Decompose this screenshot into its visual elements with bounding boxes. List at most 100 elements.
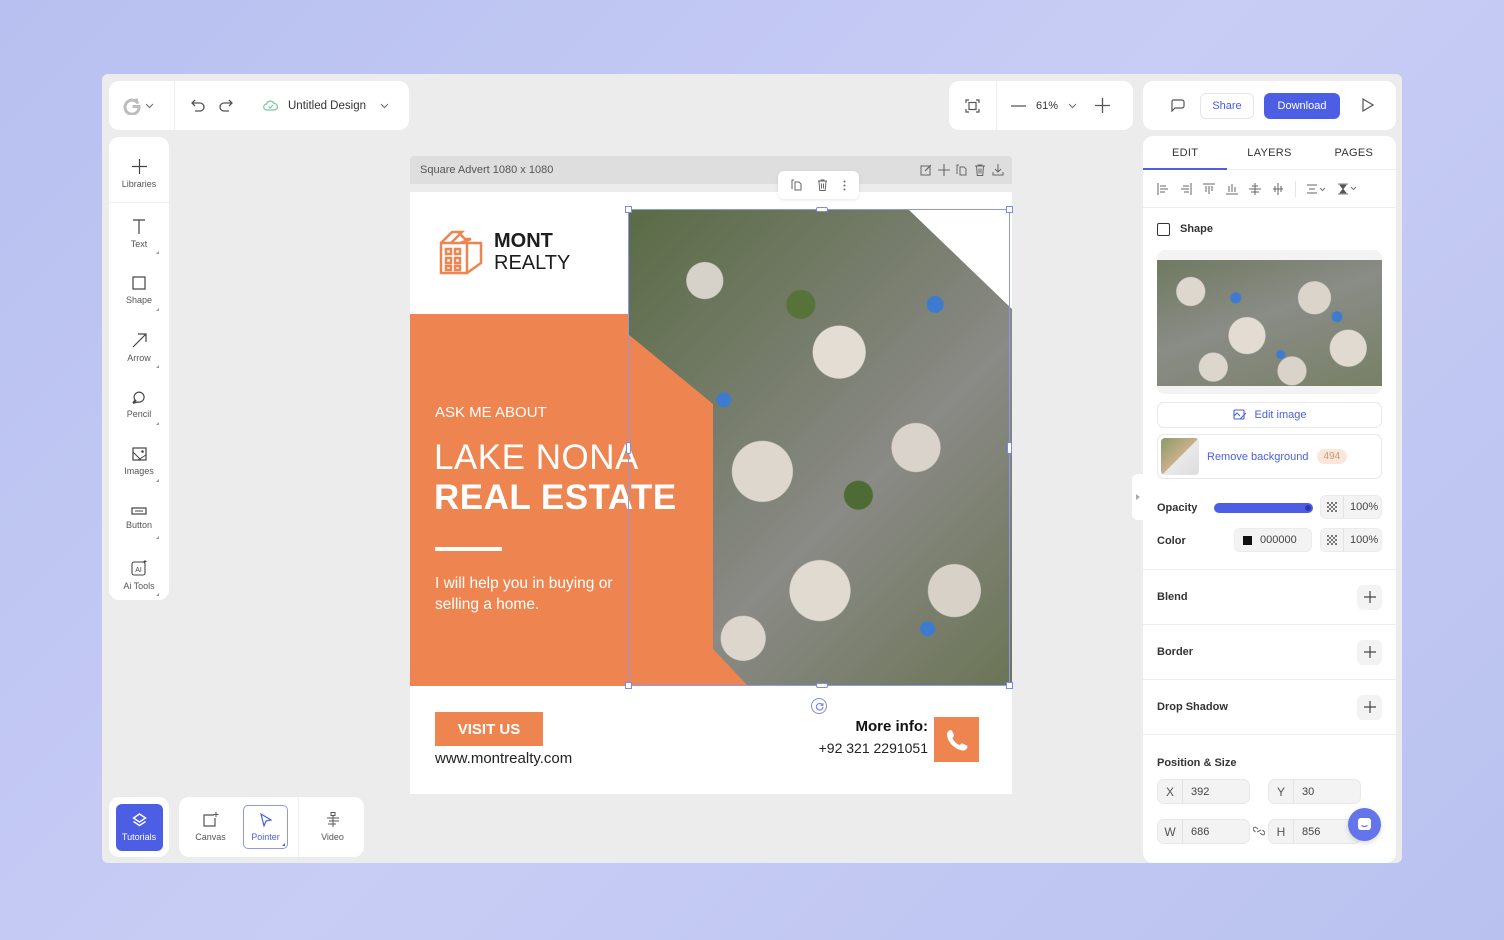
y-input[interactable]: Y 30 [1268, 779, 1361, 804]
add-blend-button[interactable] [1357, 584, 1382, 610]
color-alpha-input[interactable]: 100% [1320, 528, 1382, 552]
tool-text[interactable]: Text [109, 205, 169, 262]
zoom-dropdown-chevron-icon[interactable] [1068, 103, 1077, 109]
tool-pencil[interactable]: Pencil [109, 376, 169, 433]
tool-libraries[interactable]: Libraries [109, 145, 169, 202]
document-title-dropdown[interactable]: Untitled Design [263, 100, 389, 112]
zoom-out-button[interactable] [1011, 104, 1026, 107]
top-toolbar-right: Share Download [1143, 81, 1396, 130]
image-thumbnail [1157, 260, 1382, 386]
properties-panel: EDIT LAYERS PAGES Shape Edit image Remov… [1143, 136, 1396, 863]
design-canvas[interactable]: MONT REALTY ASK ME ABOUT LAKE NONA REAL … [410, 192, 1012, 794]
square-icon [132, 276, 146, 290]
tool-button[interactable]: Button [109, 490, 169, 547]
tool-shape[interactable]: Shape [109, 262, 169, 319]
spacing-dropdown[interactable] [1338, 183, 1358, 195]
body-text[interactable]: I will help you in buying or selling a h… [435, 573, 635, 615]
ask-me-text[interactable]: ASK ME ABOUT [435, 404, 547, 421]
headline-line2[interactable]: REAL ESTATE [434, 478, 677, 518]
tool-label: Pencil [126, 409, 152, 419]
x-input[interactable]: X 392 [1157, 779, 1250, 804]
rotate-handle[interactable] [811, 698, 827, 714]
tool-ai-tools[interactable]: AI Ai Tools [109, 547, 169, 604]
delete-page-icon[interactable] [974, 164, 986, 176]
phone-badge[interactable] [934, 717, 979, 762]
zoom-toolbar: 61% [949, 81, 1133, 130]
brand-logo[interactable]: MONT REALTY [438, 228, 570, 276]
duplicate-page-icon[interactable] [956, 164, 968, 176]
tool-arrow[interactable]: Arrow [109, 319, 169, 376]
more-info-label[interactable]: More info: [856, 718, 929, 735]
zoom-in-button[interactable] [1095, 98, 1110, 113]
credits-badge: 494 [1316, 449, 1348, 464]
visit-us-button[interactable]: VISIT US [435, 712, 543, 746]
download-button[interactable]: Download [1264, 93, 1340, 119]
mode-video[interactable]: Video [310, 805, 355, 849]
tab-pages[interactable]: PAGES [1312, 136, 1396, 169]
color-input[interactable]: 000000 [1234, 528, 1312, 552]
brand-name-line1: MONT [494, 230, 553, 252]
color-hex-value: 000000 [1260, 534, 1297, 546]
position-size-title: Position & Size [1143, 734, 1396, 779]
blend-section: Blend [1143, 569, 1396, 624]
color-alpha-value: 100% [1350, 534, 1379, 546]
download-page-icon[interactable] [992, 164, 1004, 176]
headline-line1[interactable]: LAKE NONA [434, 438, 639, 478]
more-vertical-icon[interactable] [843, 180, 846, 191]
blend-label: Blend [1157, 591, 1188, 603]
align-left-icon[interactable] [1157, 182, 1169, 195]
distribute-dropdown[interactable] [1307, 183, 1327, 194]
edit-image-icon [1232, 409, 1247, 421]
shape-checkbox[interactable] [1157, 222, 1170, 236]
undo-icon[interactable] [191, 99, 206, 112]
align-middle-icon[interactable] [1249, 182, 1261, 195]
trash-icon[interactable] [817, 179, 828, 191]
share-button[interactable]: Share [1200, 93, 1254, 119]
align-top-icon[interactable] [1203, 183, 1215, 195]
link-aspect-icon[interactable] [1253, 826, 1265, 836]
tab-edit[interactable]: EDIT [1143, 136, 1228, 170]
tutorials-button[interactable]: Tutorials [115, 803, 163, 851]
slider-knob[interactable] [1305, 505, 1311, 511]
website-text[interactable]: www.montrealty.com [435, 750, 572, 767]
app-menu-button[interactable] [109, 81, 175, 130]
building-logo-icon [438, 228, 486, 276]
collapse-panel-handle[interactable] [1132, 474, 1143, 520]
opacity-slider[interactable] [1214, 503, 1313, 513]
add-page-icon[interactable] [938, 164, 950, 176]
mode-canvas[interactable]: Canvas [188, 805, 233, 849]
pointer-icon [259, 812, 272, 827]
brand-name-line2: REALTY [494, 252, 571, 274]
add-border-button[interactable] [1357, 639, 1382, 665]
duplicate-icon[interactable] [791, 179, 802, 191]
comment-icon[interactable] [1170, 99, 1185, 112]
add-drop-shadow-button[interactable] [1357, 694, 1382, 720]
fit-to-screen-button[interactable] [949, 81, 997, 130]
tab-layers[interactable]: LAYERS [1227, 136, 1311, 169]
top-toolbar-left: Untitled Design [109, 81, 409, 130]
opacity-input[interactable]: 100% [1320, 495, 1382, 519]
edit-image-button[interactable]: Edit image [1157, 402, 1382, 428]
mode-pointer[interactable]: Pointer [243, 805, 288, 849]
tutorials-label: Tutorials [121, 831, 157, 842]
align-right-icon[interactable] [1180, 182, 1192, 195]
align-center-icon[interactable] [1272, 182, 1284, 195]
cloud-saved-icon [263, 100, 278, 111]
tool-images[interactable]: Images [109, 433, 169, 490]
y-value: 30 [1302, 785, 1315, 798]
redo-icon[interactable] [218, 99, 233, 112]
chat-icon [1357, 817, 1372, 832]
edit-image-label: Edit image [1254, 409, 1307, 421]
color-swatch[interactable] [1243, 535, 1252, 545]
edit-page-icon[interactable] [920, 164, 932, 176]
zoom-level[interactable]: 61% [1026, 100, 1068, 112]
remove-background-button[interactable]: Remove background 494 [1157, 434, 1382, 479]
width-input[interactable]: W 686 [1157, 819, 1250, 844]
align-bottom-icon[interactable] [1226, 183, 1238, 195]
layers-icon [131, 812, 147, 827]
divider-line[interactable] [435, 547, 502, 551]
phone-number[interactable]: +92 321 2291051 [819, 740, 928, 756]
chat-support-button[interactable] [1348, 808, 1381, 841]
play-preview-icon[interactable] [1362, 98, 1374, 112]
phone-icon [945, 728, 969, 752]
